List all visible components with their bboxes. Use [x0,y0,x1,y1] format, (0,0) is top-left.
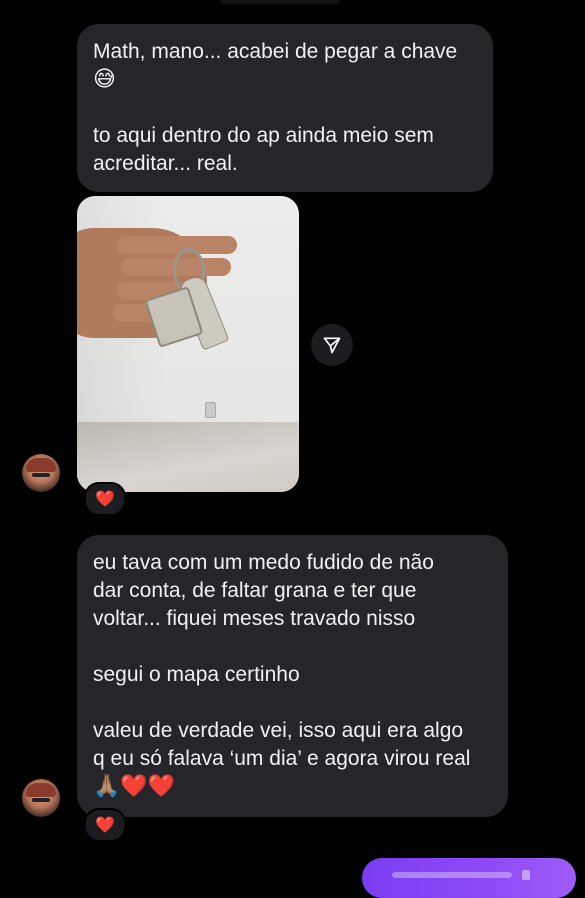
pray-hearts-emoji: 🙏🏽❤️❤️ [93,773,176,798]
message-text-line: to aqui dentro do ap ainda meio sem [93,124,434,147]
avatar-glasses [32,473,50,477]
message-text-line: dar conta, de faltar grana e ter que [93,579,417,602]
avatar-hat [26,458,56,472]
wall-outlet [205,402,216,418]
message-text-line: segui o mapa certinho [93,663,300,686]
sent-message-preview [392,872,512,878]
message-text-line: Math, mano... acabei de pegar a chave [93,40,458,63]
sweat-smile-emoji: 😅 [93,66,116,91]
photo-finger [117,236,237,254]
reaction-heart[interactable]: ❤️ [84,808,126,842]
message-text-line: q eu só falava ‘um dia’ e agora virou re… [93,747,471,770]
share-button[interactable] [311,324,353,366]
avatar[interactable] [22,454,60,492]
avatar-hat [26,783,56,797]
sent-message-bubble[interactable] [362,858,576,898]
shared-photo-keys[interactable] [77,196,299,492]
received-message-1[interactable]: Math, mano... acabei de pegar a chave 😅 … [77,24,493,192]
reaction-heart[interactable]: ❤️ [84,482,126,516]
message-text-line: valeu de verdade vei, isso aqui era algo [93,719,464,742]
message-text-line: acreditar... real. [93,152,238,175]
avatar[interactable] [22,779,60,817]
message-text-line: eu tava com um medo fudido de não [93,551,434,574]
avatar-glasses [32,798,50,802]
top-scroll-edge [220,0,340,4]
sent-message-preview [522,870,530,880]
share-icon [323,337,341,354]
message-text-line: voltar... fiquei meses travado nisso [93,607,416,630]
received-message-2[interactable]: eu tava com um medo fudido de não dar co… [77,535,508,817]
